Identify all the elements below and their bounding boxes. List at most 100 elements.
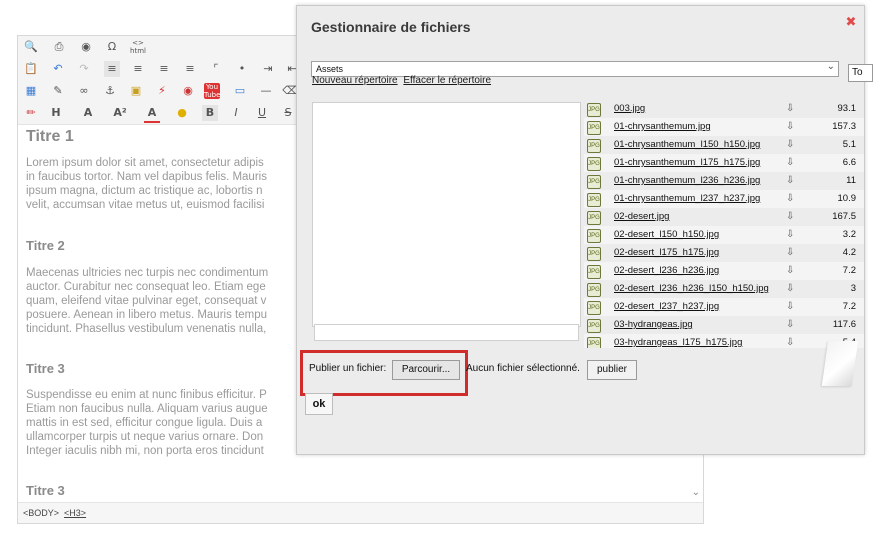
form-icon[interactable]: ✎ (50, 83, 66, 99)
file-name-link[interactable]: 01-chrysanthemum.jpg (614, 118, 711, 136)
delete-directory-link[interactable]: Effacer le répertoire (403, 75, 491, 86)
file-row[interactable]: JPG 01-chrysanthemum_l236_h236.jpg ⇩ 11 (584, 172, 864, 190)
file-name-link[interactable]: 02-desert.jpg (614, 208, 669, 226)
file-name-link[interactable]: 01-chrysanthemum_l150_h150.jpg (614, 136, 760, 154)
file-name-link[interactable]: 03-hydrangeas_l175_h175.jpg (614, 334, 742, 348)
find-icon[interactable]: ◉ (78, 39, 94, 55)
download-icon[interactable]: ⇩ (786, 208, 794, 226)
file-name-link[interactable]: 02-desert_l150_h150.jpg (614, 226, 719, 244)
file-name-link[interactable]: 01-chrysanthemum_l236_h236.jpg (614, 172, 760, 190)
download-icon[interactable]: ⇩ (786, 136, 794, 154)
file-manager-dialog: Gestionnaire de fichiers ✖ Assets ⌄ To N… (296, 5, 873, 455)
file-row[interactable]: JPG 02-desert_l236_h236_l150_h150.jpg ⇩ 3 (584, 280, 864, 298)
file-name-link[interactable]: 01-chrysanthemum_l175_h175.jpg (614, 154, 760, 172)
heading-icon[interactable]: H (48, 105, 64, 121)
media-icon[interactable]: ◉ (180, 83, 196, 99)
underline-icon[interactable]: U (254, 105, 270, 121)
new-directory-link[interactable]: Nouveau répertoire (312, 75, 398, 86)
file-name-link[interactable]: 003.jpg (614, 100, 645, 118)
zoom-icon[interactable]: 🔍 (23, 39, 39, 55)
highlight-icon[interactable]: ● (174, 105, 190, 121)
directory-links: Nouveau répertoire Effacer le répertoire (312, 75, 494, 86)
strike-icon[interactable]: S (280, 105, 296, 121)
download-icon[interactable]: ⇩ (786, 334, 794, 348)
download-icon[interactable]: ⇩ (786, 316, 794, 334)
file-row[interactable]: JPG 03-hydrangeas.jpg ⇩ 117.6 (584, 316, 864, 334)
status-body-tag[interactable]: <BODY> (23, 508, 59, 518)
file-name-link[interactable]: 03-hydrangeas.jpg (614, 316, 693, 334)
paragraph-line: Lorem ipsum dolor sit amet, consectetur … (26, 157, 264, 169)
file-row[interactable]: JPG 01-chrysanthemum_l237_h237.jpg ⇩ 10.9 (584, 190, 864, 208)
special-char-icon[interactable]: Ω (104, 39, 120, 55)
file-row[interactable]: JPG 02-desert_l236_h236.jpg ⇩ 7.2 (584, 262, 864, 280)
scroll-down-icon[interactable]: ⌄ (692, 487, 700, 498)
file-name-link[interactable]: 01-chrysanthemum_l237_h237.jpg (614, 190, 760, 208)
flash-icon[interactable]: ⚡ (154, 83, 170, 99)
file-name-link[interactable]: 02-desert_l175_h175.jpg (614, 244, 719, 262)
anchor-icon[interactable]: ⚓ (102, 83, 118, 99)
youtube-icon[interactable]: You Tube (204, 83, 220, 99)
file-name-link[interactable]: 02-desert_l237_h237.jpg (614, 298, 719, 316)
align-left-icon[interactable]: ≡ (104, 61, 120, 77)
file-size: 11 (846, 175, 856, 186)
download-icon[interactable]: ⇩ (786, 154, 794, 172)
file-row[interactable]: JPG 01-chrysanthemum_l150_h150.jpg ⇩ 5.1 (584, 136, 864, 154)
file-row[interactable]: JPG 02-desert.jpg ⇩ 167.5 (584, 208, 864, 226)
file-row[interactable]: JPG 02-desert_l150_h150.jpg ⇩ 3.2 (584, 226, 864, 244)
justify-icon[interactable]: ≡ (182, 61, 198, 77)
download-icon[interactable]: ⇩ (786, 262, 794, 280)
paste-icon[interactable]: 📋 (23, 61, 39, 77)
toolbar-row-2: 📋 ↶ ↷ ≡ ≡ ≡ ≡ ⌜ • ⇥ ⇤ (18, 58, 303, 81)
download-icon[interactable]: ⇩ (786, 118, 794, 136)
file-row[interactable]: JPG03-hydrangeas_l175_h175.jpg⇩5.4 (584, 334, 864, 348)
download-icon[interactable]: ⇩ (786, 298, 794, 316)
table-icon[interactable]: ▦ (23, 83, 39, 99)
pen-icon[interactable]: ✏ (23, 105, 39, 121)
file-row[interactable]: JPG 02-desert_l237_h237.jpg ⇩ 7.2 (584, 298, 864, 316)
redo-icon[interactable]: ↷ (76, 61, 92, 77)
align-right-icon[interactable]: ≡ (156, 61, 172, 77)
font-size-icon[interactable]: A² (112, 105, 128, 121)
image-file-icon: JPG (587, 337, 601, 348)
ordered-list-icon[interactable]: ⌜ (208, 61, 224, 77)
preview-caption-field[interactable] (314, 324, 579, 341)
file-row[interactable]: JPG 02-desert_l175_h175.jpg ⇩ 4.2 (584, 244, 864, 262)
close-icon[interactable]: ✖ (845, 16, 857, 29)
download-icon[interactable]: ⇩ (786, 172, 794, 190)
editor-statusbar: <BODY> <H3> (18, 502, 703, 523)
document-icon[interactable]: ▭ (232, 83, 248, 99)
ok-button[interactable]: ok (305, 393, 333, 415)
file-row[interactable]: JPG 003.jpg ⇩ 93.1 (584, 100, 864, 118)
image-icon[interactable]: ▣ (128, 83, 144, 99)
undo-icon[interactable]: ↶ (50, 61, 66, 77)
publish-button[interactable]: publier (587, 360, 637, 380)
link-icon[interactable]: ∞ (76, 83, 92, 99)
file-size: 6.6 (842, 157, 856, 168)
italic-icon[interactable]: I (228, 105, 244, 121)
print-icon[interactable]: ⎙ (51, 39, 67, 55)
file-name-link[interactable]: 02-desert_l236_h236.jpg (614, 262, 719, 280)
download-icon[interactable]: ⇩ (786, 100, 794, 118)
bold-icon[interactable]: B (202, 105, 218, 121)
download-icon[interactable]: ⇩ (786, 280, 794, 298)
paragraph-line: posuere. Aenean in libero metus. Mauris … (26, 309, 267, 321)
download-icon[interactable]: ⇩ (786, 190, 794, 208)
to-select[interactable]: To (848, 64, 873, 82)
file-name-link[interactable]: 02-desert_l236_h236_l150_h150.jpg (614, 280, 769, 298)
indent-icon[interactable]: ⇥ (260, 61, 276, 77)
align-center-icon[interactable]: ≡ (130, 61, 146, 77)
download-icon[interactable]: ⇩ (786, 226, 794, 244)
paragraph-line: mattis in est sed, efficitur congue ligu… (26, 417, 263, 429)
hr-icon[interactable]: — (258, 83, 274, 99)
browse-button[interactable]: Parcourir... (392, 360, 460, 380)
font-icon[interactable]: A (80, 105, 96, 121)
heading-3: Titre 3 (26, 361, 65, 376)
download-icon[interactable]: ⇩ (786, 244, 794, 262)
file-row[interactable]: JPG 01-chrysanthemum_l175_h175.jpg ⇩ 6.6 (584, 154, 864, 172)
html-icon[interactable]: <> html (130, 39, 146, 55)
toolbar-row-3: ▦ ✎ ∞ ⚓ ▣ ⚡ ◉ You Tube ▭ — ⌫ (18, 80, 303, 103)
file-row[interactable]: JPG 01-chrysanthemum.jpg ⇩ 157.3 (584, 118, 864, 136)
font-color-icon[interactable]: A (144, 105, 160, 123)
status-h3-tag[interactable]: <H3> (64, 508, 86, 518)
unordered-list-icon[interactable]: • (234, 61, 250, 77)
